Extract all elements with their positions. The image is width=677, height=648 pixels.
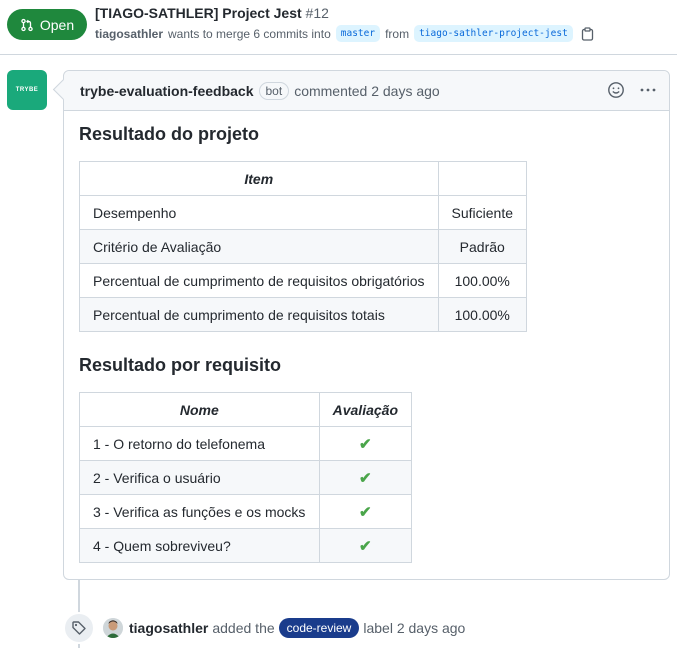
table-row: 3 - Verifica as funções e os mocks ✔	[79, 494, 413, 529]
requirements-table: Nome Avaliação 1 - O retorno do telefone…	[79, 392, 413, 563]
bot-avatar-text: TRYBE	[15, 87, 39, 93]
table-row: 1 - O retorno do telefonema ✔	[79, 426, 413, 461]
event-user-link[interactable]: tiagosathler	[129, 620, 208, 636]
from-text: from	[385, 26, 410, 41]
table-cell: 4 - Quem sobreviveu?	[79, 528, 320, 563]
table-cell: Percentual de cumprimento de requisitos …	[79, 263, 439, 298]
pr-state-label: Open	[39, 16, 75, 33]
label-code-review[interactable]: code-review	[278, 618, 360, 638]
section-title-requirements: Resultado por requisito	[79, 355, 282, 375]
table-header-cell: Item	[79, 161, 439, 196]
table-row: Desempenho Suficiente	[79, 195, 528, 230]
table-cell: 100.00%	[437, 263, 528, 298]
project-results-table: Item Desempenho Suficiente Critério de A…	[79, 161, 528, 332]
comment-timestamp[interactable]: commented 2 days ago	[294, 83, 440, 99]
pr-state-badge: Open	[7, 9, 87, 40]
check-icon: ✔	[318, 426, 413, 461]
table-cell: Percentual de cumprimento de requisitos …	[79, 297, 439, 332]
copy-icon[interactable]	[581, 26, 594, 41]
bot-badge: bot	[258, 81, 290, 100]
table-header-cell	[437, 161, 528, 196]
bot-avatar[interactable]: TRYBE	[7, 70, 47, 110]
table-cell: 3 - Verifica as funções e os mocks	[79, 494, 320, 529]
pr-meta: tiagosathler wants to merge 6 commits in…	[95, 25, 594, 42]
table-cell: 1 - O retorno do telefonema	[79, 426, 320, 461]
comment-header: trybe-evaluation-feedback bot commented …	[64, 71, 669, 111]
base-branch-link[interactable]: master	[335, 25, 381, 42]
check-icon: ✔	[318, 494, 413, 529]
table-row: 2 - Verifica o usuário ✔	[79, 460, 413, 495]
table-header-row: Item	[79, 161, 528, 196]
table-header-cell: Avaliação	[318, 392, 413, 427]
event-text-before: added the	[212, 620, 275, 636]
table-row: Percentual de cumprimento de requisitos …	[79, 263, 528, 298]
event-text-after: label 2 days ago	[363, 620, 466, 636]
table-row: 4 - Quem sobreviveu? ✔	[79, 528, 413, 563]
table-cell: Padrão	[437, 229, 528, 264]
table-cell: Desempenho	[79, 195, 439, 230]
table-cell: 100.00%	[437, 297, 528, 332]
table-row: Percentual de cumprimento de requisitos …	[79, 297, 528, 332]
table-cell: Suficiente	[437, 195, 528, 230]
check-icon: ✔	[318, 528, 413, 563]
tag-icon	[72, 621, 86, 635]
tag-icon-badge	[63, 612, 95, 644]
pr-title[interactable]: [TIAGO-SATHLER] Project Jest #12	[95, 5, 329, 21]
table-header-cell: Nome	[79, 392, 320, 427]
user-avatar-icon	[103, 618, 123, 638]
table-cell: Critério de Avaliação	[79, 229, 439, 264]
pr-author-link[interactable]: tiagosathler	[95, 27, 163, 41]
section-title-project: Resultado do projeto	[79, 124, 259, 144]
kebab-horizontal-icon[interactable]	[639, 81, 657, 99]
comment-body: Resultado do projeto Item Desempenho Suf…	[64, 124, 669, 563]
comment-author-link[interactable]: trybe-evaluation-feedback	[80, 83, 254, 99]
pr-number: #12	[305, 5, 329, 21]
table-row: Critério de Avaliação Padrão	[79, 229, 528, 264]
comment-header-actions	[607, 81, 657, 99]
avatar[interactable]	[103, 618, 123, 638]
pr-title-text: [TIAGO-SATHLER] Project Jest	[95, 5, 302, 21]
table-cell: 2 - Verifica o usuário	[79, 460, 320, 495]
git-pull-request-icon	[21, 18, 33, 31]
label-event: tiagosathler added the code-review label…	[63, 612, 465, 644]
pr-header: Open [TIAGO-SATHLER] Project Jest #12 ti…	[0, 0, 677, 55]
check-icon: ✔	[318, 460, 413, 495]
smiley-icon[interactable]	[607, 81, 625, 99]
merge-text: wants to merge 6 commits into	[168, 26, 331, 41]
comment-box: trybe-evaluation-feedback bot commented …	[63, 70, 670, 580]
head-branch-link[interactable]: tiago-sathler-project-jest	[414, 25, 573, 42]
table-header-row: Nome Avaliação	[79, 392, 413, 427]
